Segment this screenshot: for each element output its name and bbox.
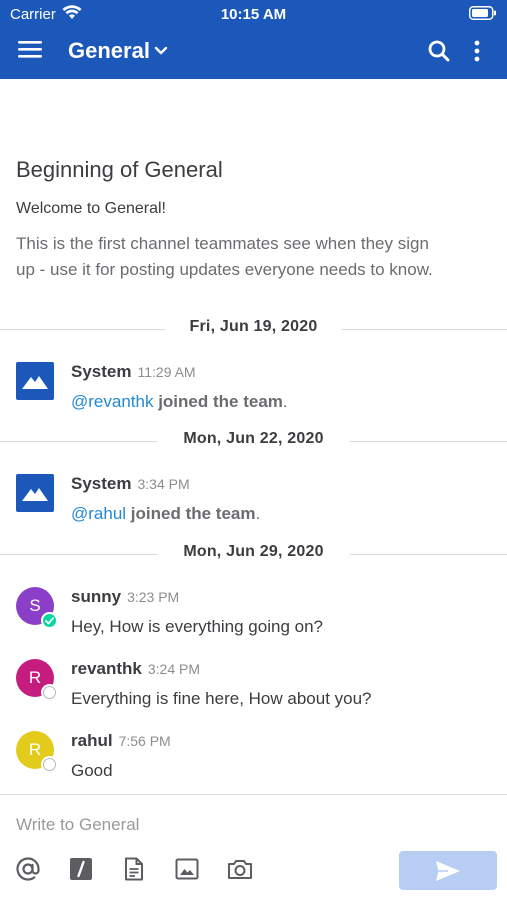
message-input[interactable] [16,815,486,835]
post-author[interactable]: rahul [71,731,113,750]
channel-name: General [68,38,150,63]
file-attach-button[interactable] [120,855,148,883]
channel-intro: Beginning of General Welcome to General!… [16,157,496,283]
camera-icon [228,860,252,879]
intro-description: This is the first channel teammates see … [16,231,496,283]
avatar[interactable]: R [16,659,58,701]
mountain-icon [22,488,48,501]
chevron-down-icon [154,46,168,55]
at-icon [16,857,40,881]
intro-description-line: up - use it for posting updates everyone… [16,260,433,279]
composer-toolbar [14,855,279,885]
status-time: 10:15 AM [220,6,287,23]
image-icon [175,858,199,880]
post-author[interactable]: revanthk [71,659,142,678]
post-author[interactable]: sunny [71,587,121,606]
search-icon [428,40,450,62]
offline-icon [43,686,56,699]
channel-navbar: General [0,28,507,79]
avatar [16,474,56,514]
post-message: Hey, How is everything going on? [71,617,323,636]
date-separator: Mon, Jun 22, 2020 [0,429,507,453]
system-message-end: . [255,504,261,523]
channel-title-button[interactable]: General [68,38,168,64]
post-time: 3:34 PM [137,476,190,492]
date-separator: Mon, Jun 29, 2020 [0,542,507,566]
post-time: 7:56 PM [118,733,171,749]
status-bar: Carrier 10:15 AM [0,0,507,28]
post-time: 3:23 PM [127,589,180,605]
intro-title: Beginning of General [16,157,223,182]
status-indicator [41,756,58,773]
send-icon [436,860,460,881]
intro-description-line: This is the first channel teammates see … [16,234,429,253]
post-author: System [71,474,132,493]
date-separator: Fri, Jun 19, 2020 [0,317,507,341]
file-icon [125,857,143,881]
slash-command-button[interactable] [67,855,95,883]
image-attach-button[interactable] [173,855,201,883]
post-time: 11:29 AM [137,364,196,380]
mention-link[interactable]: @rahul [71,504,126,523]
post-time: 3:24 PM [147,661,201,677]
system-message-end: . [282,392,288,411]
system-message: joined the team [130,504,256,523]
slash-icon [70,858,92,880]
app-header: Carrier 10:15 AM General [0,0,507,79]
search-button[interactable] [427,39,455,67]
mountain-icon [22,376,48,389]
post-message: Everything is fine here, How about you? [71,689,372,708]
status-indicator [41,684,58,701]
date-label: Mon, Jun 29, 2020 [169,543,338,560]
more-options-button[interactable] [473,39,493,67]
battery-icon [469,6,497,24]
status-indicator [41,612,58,629]
more-vertical-icon [474,40,480,62]
post-author: System [71,362,132,381]
menu-button[interactable] [18,38,50,66]
avatar[interactable]: R [16,731,58,773]
hamburger-icon [18,41,42,58]
mention-link[interactable]: @revanthk [71,392,153,411]
date-label: Mon, Jun 22, 2020 [169,430,338,447]
check-icon [45,616,54,624]
camera-button[interactable] [226,855,254,883]
system-avatar [16,474,54,512]
avatar [16,362,56,402]
offline-icon [43,758,56,771]
message-composer [0,794,507,900]
mention-button[interactable] [14,855,42,883]
post-message: Good [71,761,113,780]
send-button[interactable] [399,851,497,890]
system-avatar [16,362,54,400]
system-message: joined the team [158,392,283,411]
avatar[interactable]: S [16,587,58,629]
date-label: Fri, Jun 19, 2020 [175,318,332,335]
intro-welcome: Welcome to General! [16,200,166,217]
